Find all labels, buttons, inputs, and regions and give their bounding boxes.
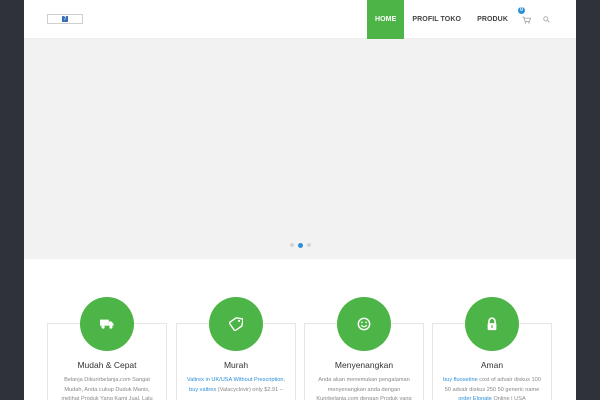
- feature-circle: [80, 297, 134, 351]
- tag-icon: [229, 317, 243, 331]
- features-section: Mudah & Cepat Belanja Dikurirbelanja.com…: [24, 259, 576, 400]
- site-logo[interactable]: 7: [47, 14, 83, 24]
- truck-icon: [100, 319, 114, 329]
- lock-icon: [487, 317, 497, 331]
- search-icon: [543, 16, 550, 23]
- feature-text-segment: Anda akan menemukan pengalaman menyenang…: [316, 377, 412, 400]
- site-header: 7 HOME PROFIL TOKO PRODUK 0: [24, 0, 576, 39]
- feature-circle: [337, 297, 391, 351]
- feature-title: Murah: [223, 360, 249, 370]
- hero-slider[interactable]: [24, 39, 576, 259]
- cart-count-badge: 0: [518, 7, 525, 14]
- feature-text-link[interactable]: buy fluoxetine: [443, 377, 478, 383]
- feature-title: Mudah & Cepat: [77, 360, 137, 370]
- slider-dots: [24, 242, 576, 248]
- feature-circle: [465, 297, 519, 351]
- feature-text-link[interactable]: order Elonate: [458, 396, 492, 400]
- feature-circle: [209, 297, 263, 351]
- search-button[interactable]: [537, 0, 576, 39]
- page: 7 HOME PROFIL TOKO PRODUK 0 Mudah & Cepa…: [24, 0, 576, 400]
- feature-text: Anda akan menemukan pengalaman menyenang…: [313, 376, 415, 400]
- feature-title: Menyenangkan: [334, 360, 394, 370]
- nav-profil-toko[interactable]: PROFIL TOKO: [404, 0, 469, 39]
- feature-text-link[interactable]: Valtrex in UK/USA Without Prescription: [187, 377, 284, 383]
- slider-dot-3[interactable]: [306, 243, 311, 247]
- nav-produk[interactable]: PRODUK: [469, 0, 516, 39]
- feature-title: Aman: [480, 360, 504, 370]
- feature-text-link[interactable]: buy valtrex: [189, 387, 216, 393]
- logo-mark-icon: 7: [62, 16, 68, 22]
- smile-icon: [357, 317, 371, 331]
- main-nav: HOME PROFIL TOKO PRODUK 0: [366, 0, 576, 39]
- feature-text: buy fluoxetine cost of advair diskus 100…: [441, 376, 543, 400]
- feature-text-segment: ,: [283, 377, 286, 383]
- feature-text-segment: (Valacyclovir) only $2.91 –: [216, 386, 283, 393]
- cart-button[interactable]: 0: [516, 0, 537, 39]
- feature-text-segment: Online | USA: [491, 396, 526, 400]
- slider-dot-2[interactable]: [297, 242, 303, 248]
- feature-text-segment: Belanja Dikurirbelanja.com Sangat Mudah,…: [61, 377, 153, 400]
- feature-text: Belanja Dikurirbelanja.com Sangat Mudah,…: [56, 376, 158, 400]
- nav-home[interactable]: HOME: [366, 0, 405, 39]
- cart-icon: [522, 16, 531, 24]
- slider-dot-1[interactable]: [289, 243, 294, 247]
- feature-text: Valtrex in UK/USA Without Prescription, …: [185, 376, 287, 395]
